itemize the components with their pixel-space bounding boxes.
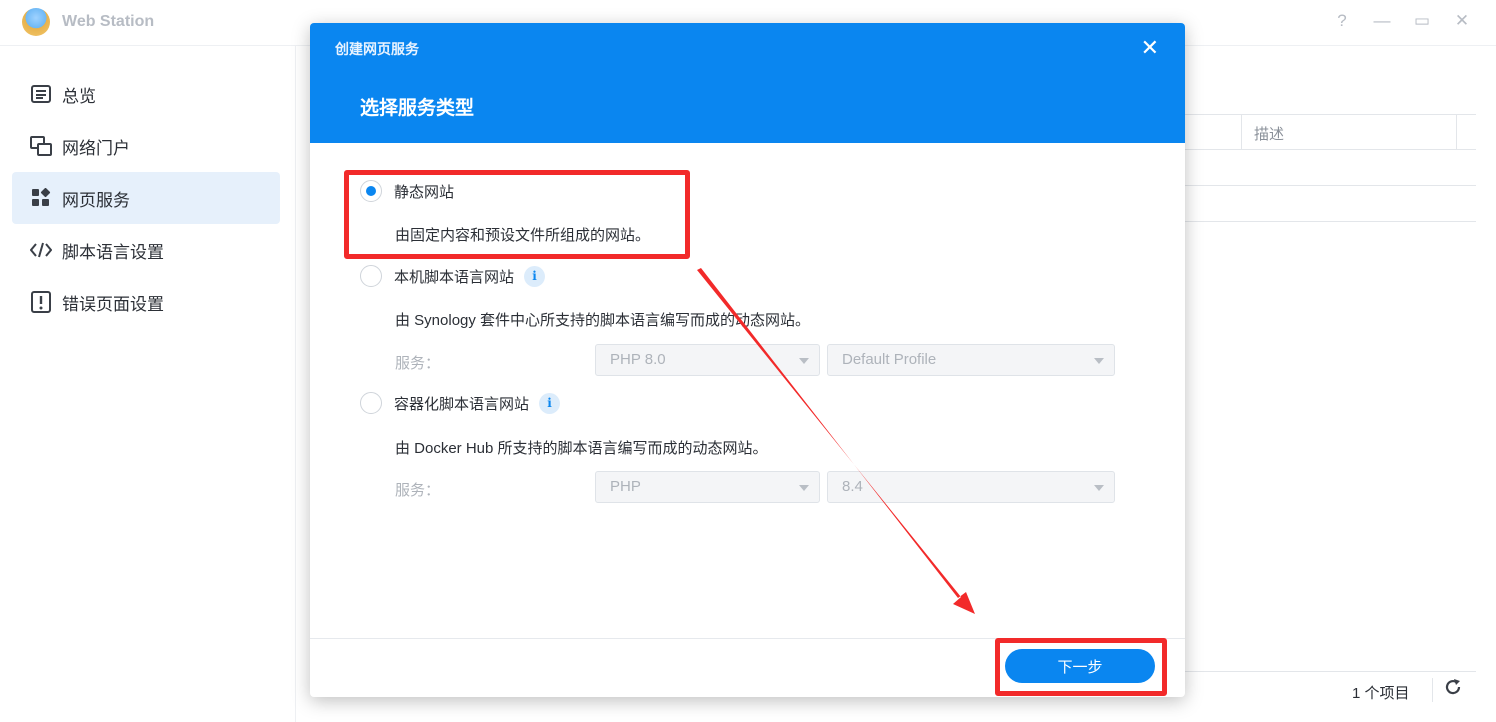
version-select[interactable]: 8.4 [827, 471, 1115, 503]
annotation-box-next-button [995, 638, 1167, 696]
select-value: PHP [610, 478, 641, 495]
create-web-service-dialog: 创建网页服务 ✕ 选择服务类型 静态网站 由固定内容和预设文件所组成的网站。 本… [310, 23, 1185, 697]
chevron-down-icon [1094, 485, 1104, 491]
annotation-box-static-option [344, 170, 690, 259]
service-label: 服务： [395, 482, 441, 499]
option-label: 本机脚本语言网站 [394, 268, 515, 286]
option-description: 由 Docker Hub 所支持的脚本语言编写而成的动态网站。 [395, 440, 768, 457]
option-label: 容器化脚本语言网站 [394, 395, 530, 413]
option-container-script-website[interactable]: 容器化脚本语言网站 i [360, 392, 561, 414]
close-icon[interactable]: ✕ [1141, 35, 1159, 61]
select-value: 8.4 [842, 478, 863, 495]
select-value: PHP 8.0 [610, 351, 666, 368]
chevron-down-icon [799, 358, 809, 364]
option-native-script-website[interactable]: 本机脚本语言网站 i [360, 265, 546, 287]
profile-select[interactable]: Default Profile [827, 344, 1115, 376]
service-label: 服务： [395, 355, 441, 372]
dialog-title: 创建网页服务 [335, 41, 419, 57]
select-value: Default Profile [842, 351, 937, 368]
php-version-select[interactable]: PHP 8.0 [595, 344, 820, 376]
chevron-down-icon [1094, 358, 1104, 364]
dialog-header: 创建网页服务 ✕ 选择服务类型 [310, 23, 1185, 143]
radio-native-script-website[interactable] [360, 265, 382, 287]
info-icon[interactable]: i [539, 392, 561, 414]
chevron-down-icon [799, 485, 809, 491]
step-title: 选择服务类型 [360, 98, 475, 119]
radio-container-script-website[interactable] [360, 392, 382, 414]
option-description: 由 Synology 套件中心所支持的脚本语言编写而成的动态网站。 [395, 312, 811, 329]
language-select[interactable]: PHP [595, 471, 820, 503]
info-icon[interactable]: i [524, 265, 546, 287]
